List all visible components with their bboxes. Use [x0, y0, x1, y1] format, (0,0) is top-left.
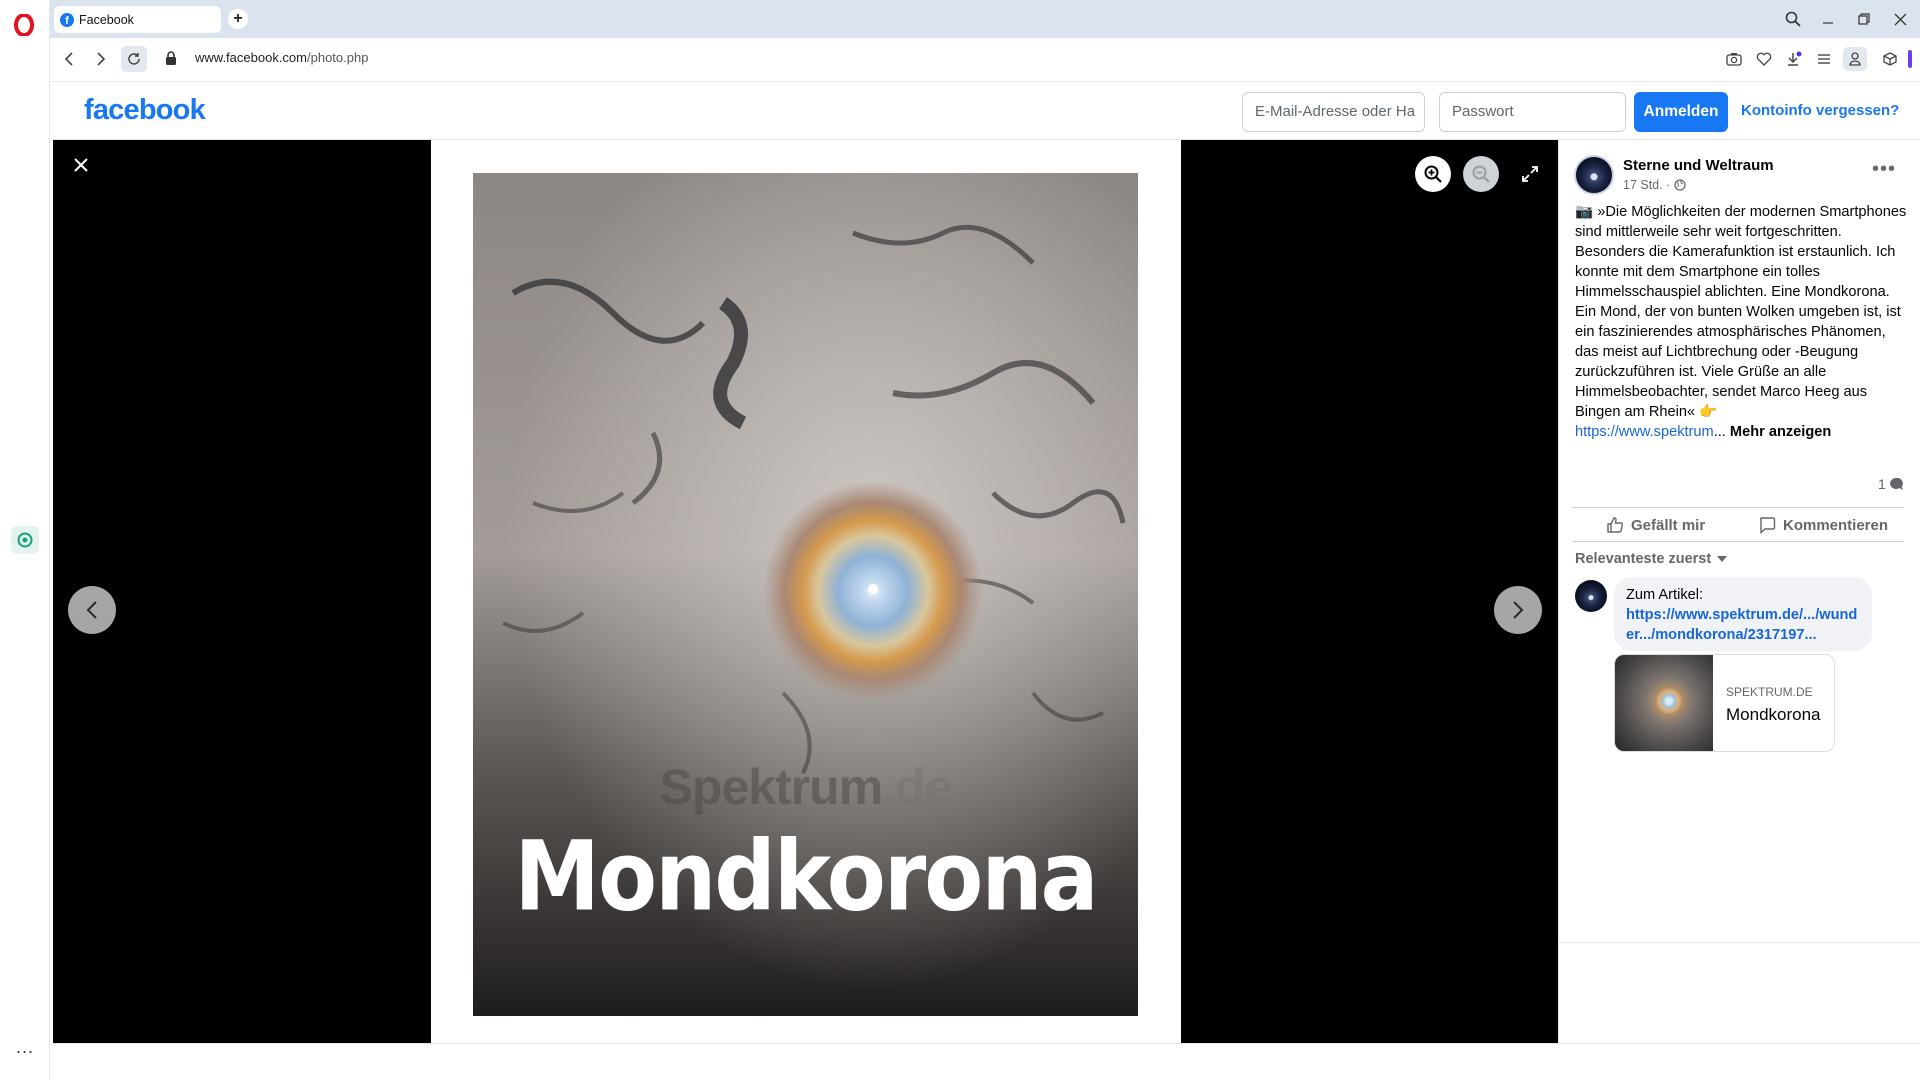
facebook-logo[interactable]: facebook: [84, 94, 206, 127]
link-preview-domain: SPEKTRUM.DE: [1726, 685, 1813, 699]
watermark-brand: Spektrum: [659, 759, 884, 815]
opera-logo-icon[interactable]: [13, 14, 35, 36]
chevron-right-icon: [1513, 601, 1524, 619]
actions-divider-top: [1572, 507, 1904, 508]
camera-snapshot-icon[interactable]: [1724, 49, 1744, 69]
post-time-text: 17 Std. ·: [1623, 178, 1671, 192]
chevron-left-icon: [86, 601, 97, 619]
tab-strip: [50, 0, 1920, 38]
caret-down-icon: [1717, 556, 1728, 562]
watermark-tld: .de: [882, 759, 952, 815]
thumbs-up-icon: [1607, 517, 1624, 533]
comment-button[interactable]: Kommentieren: [1758, 514, 1888, 536]
sidebar-indicator: [1908, 50, 1912, 68]
actions-divider-bottom: [1572, 541, 1904, 542]
forward-icon[interactable]: [90, 48, 112, 70]
comment-text: Zum Artikel:: [1626, 587, 1704, 603]
extensions-cube-icon[interactable]: [1880, 49, 1900, 69]
link-preview-title: Mondkorona: [1726, 705, 1821, 724]
comment-link[interactable]: https://www.spektrum.de/.../wunder.../mo…: [1626, 605, 1860, 645]
back-icon[interactable]: [58, 48, 80, 70]
comment-bubble-icon: [1889, 477, 1903, 490]
forgot-account-link[interactable]: Kontoinfo vergessen?: [1741, 102, 1899, 119]
tab-title: Facebook: [79, 12, 134, 27]
comment-sort-dropdown[interactable]: Relevanteste zuerst: [1575, 551, 1728, 567]
post-timestamp[interactable]: 17 Std. ·: [1623, 178, 1686, 192]
url-host: www.facebook.com: [195, 50, 307, 65]
url-path: /photo.php: [307, 50, 369, 65]
photo-image[interactable]: Spektrum.de Mondkorona: [473, 173, 1138, 1016]
email-field[interactable]: E-Mail-Adresse oder Ha: [1242, 92, 1425, 132]
login-button[interactable]: Anmelden: [1634, 92, 1728, 132]
photo-title-text: Mondkorona: [514, 821, 1098, 933]
comment-count[interactable]: 1: [1878, 476, 1904, 492]
like-button[interactable]: Gefällt mir: [1606, 514, 1705, 536]
page-bottom-divider: [53, 1043, 1920, 1044]
lock-icon[interactable]: [165, 51, 179, 67]
comment-icon: [1760, 517, 1776, 534]
sidebar-more-icon[interactable]: ...: [12, 1038, 38, 1056]
profile-icon[interactable]: [1843, 47, 1867, 71]
globe-icon: [1674, 179, 1686, 191]
facebook-favicon-icon: f: [60, 12, 74, 27]
minimize-icon[interactable]: [1817, 8, 1839, 30]
fullscreen-icon[interactable]: [1512, 156, 1548, 192]
zoom-in-icon[interactable]: [1415, 156, 1451, 192]
post-link[interactable]: https://www.spektrum: [1575, 424, 1714, 440]
search-tabs-icon[interactable]: [1782, 8, 1804, 30]
panel-divider: [1558, 942, 1920, 943]
easy-setup-icon[interactable]: [1814, 49, 1834, 69]
reload-icon[interactable]: [121, 46, 147, 72]
post-body: 📷 »Die Möglichkeiten der modernen Smartp…: [1575, 204, 1907, 420]
close-window-icon[interactable]: [1889, 8, 1911, 30]
page-name[interactable]: Sterne und Weltraum: [1623, 157, 1774, 174]
tab-facebook[interactable]: f Facebook: [54, 6, 221, 33]
link-preview-thumbnail: [1615, 655, 1713, 751]
commenter-avatar[interactable]: [1575, 580, 1607, 612]
more-options-icon[interactable]: •••: [1872, 159, 1896, 179]
photo-watermark: Spektrum.de: [473, 758, 1138, 816]
post-ellipsis: ...: [1713, 424, 1726, 440]
link-preview-card[interactable]: SPEKTRUM.DE Mondkorona: [1614, 654, 1835, 752]
comment-count-value: 1: [1878, 476, 1886, 492]
previous-photo-button[interactable]: [68, 586, 116, 634]
page-avatar[interactable]: [1574, 155, 1614, 195]
next-photo-button[interactable]: [1494, 586, 1542, 634]
post-text: 📷 »Die Möglichkeiten der modernen Smartp…: [1575, 202, 1910, 442]
sort-label: Relevanteste zuerst: [1575, 551, 1712, 567]
download-icon[interactable]: [1784, 49, 1804, 69]
password-field[interactable]: Passwort: [1439, 92, 1626, 132]
comment-bubble: Zum Artikel: https://www.spektrum.de/...…: [1614, 577, 1872, 651]
url-field[interactable]: www.facebook.com/photo.php: [195, 50, 368, 65]
comment-label: Kommentieren: [1783, 516, 1889, 534]
see-more-button[interactable]: Mehr anzeigen: [1730, 424, 1831, 440]
heart-icon[interactable]: [1754, 49, 1774, 69]
new-tab-button[interactable]: +: [228, 9, 248, 29]
zoom-out-icon[interactable]: [1463, 156, 1499, 192]
ai-assistant-icon[interactable]: [11, 526, 39, 554]
like-label: Gefällt mir: [1631, 516, 1706, 534]
restore-icon[interactable]: [1853, 8, 1875, 30]
close-viewer-icon[interactable]: [68, 152, 94, 178]
